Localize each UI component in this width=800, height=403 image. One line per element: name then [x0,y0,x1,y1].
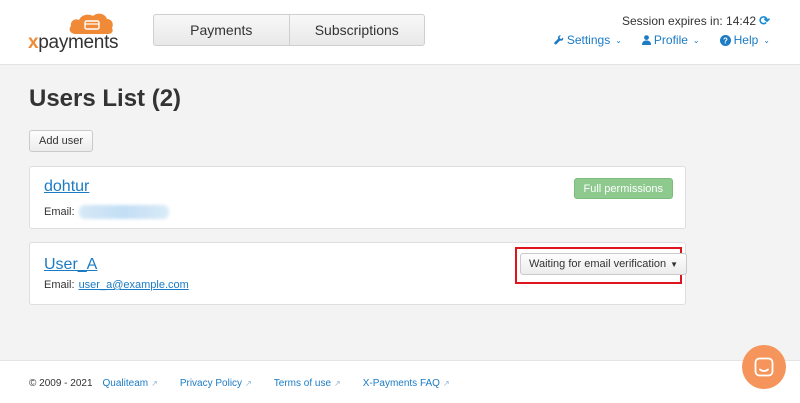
footer-link-qualiteam[interactable]: Qualiteam ↗ [103,378,158,389]
help-menu[interactable]: ? Help ⌄ [719,33,770,47]
top-nav: Settings ⌄ Profile ⌄ ? Help ⌄ [554,33,770,47]
tab-payments[interactable]: Payments [154,15,289,45]
header: xpayments Payments Subscriptions Session… [0,0,800,65]
session-timer: Session expires in: 14:42 ⟳ [622,13,770,29]
redacted-email [78,205,169,219]
logo-text: xpayments [28,32,119,53]
help-label: Help [733,33,759,47]
user-name-link[interactable]: dohtur [44,178,89,196]
settings-label: Settings [566,33,611,47]
session-label: Session expires in: 14:42 [622,14,757,28]
footer-links: © 2009 - 2021 Qualiteam ↗ Privacy Policy… [29,378,450,389]
footer-link-terms[interactable]: Terms of use ↗ [274,378,341,389]
permissions-badge[interactable]: Full permissions [573,178,673,199]
external-link-icon: ↗ [245,379,252,388]
footer-link-faq[interactable]: X-Payments FAQ ↗ [363,378,450,389]
profile-menu[interactable]: Profile ⌄ [641,33,700,47]
chat-icon [754,357,774,377]
chevron-down-icon: ⌄ [692,35,700,45]
email-row: Email: user_a@example.com [44,279,189,291]
caret-down-icon: ▼ [670,259,679,269]
email-label: Email: [44,279,75,291]
email-verification-dropdown[interactable]: Waiting for email verification ▼ [520,253,688,275]
chat-launcher-button[interactable] [742,345,786,389]
tab-subscriptions[interactable]: Subscriptions [288,15,425,45]
profile-label: Profile [653,33,688,47]
user-icon [641,35,651,45]
wrench-icon [554,35,564,45]
user-name-link[interactable]: User_A [44,256,97,274]
add-user-button[interactable]: Add user [29,130,94,152]
external-link-icon: ↗ [334,379,341,388]
external-link-icon: ↗ [442,379,450,388]
footer-link-privacy[interactable]: Privacy Policy ↗ [180,378,252,389]
email-row: Email: [44,205,169,219]
verification-status-label: Waiting for email verification [529,258,667,270]
footer: © 2009 - 2021 Qualiteam ↗ Privacy Policy… [0,360,800,403]
chevron-down-icon: ⌄ [615,35,622,45]
svg-text:?: ? [723,36,728,45]
main-tabs: Payments Subscriptions [153,14,425,46]
question-circle-icon: ? [719,34,731,46]
email-link[interactable]: user_a@example.com [79,279,189,291]
external-link-icon: ↗ [151,379,158,388]
chevron-down-icon: ⌄ [763,35,770,45]
page-title: Users List (2) [29,85,182,112]
email-label: Email: [44,206,75,218]
refresh-icon[interactable]: ⟳ [759,13,770,29]
xpayments-logo[interactable]: xpayments [28,10,128,54]
copyright: © 2009 - 2021 [29,378,93,389]
settings-menu[interactable]: Settings ⌄ [554,33,622,47]
user-card: dohtur Email: Full permissions [29,166,686,229]
